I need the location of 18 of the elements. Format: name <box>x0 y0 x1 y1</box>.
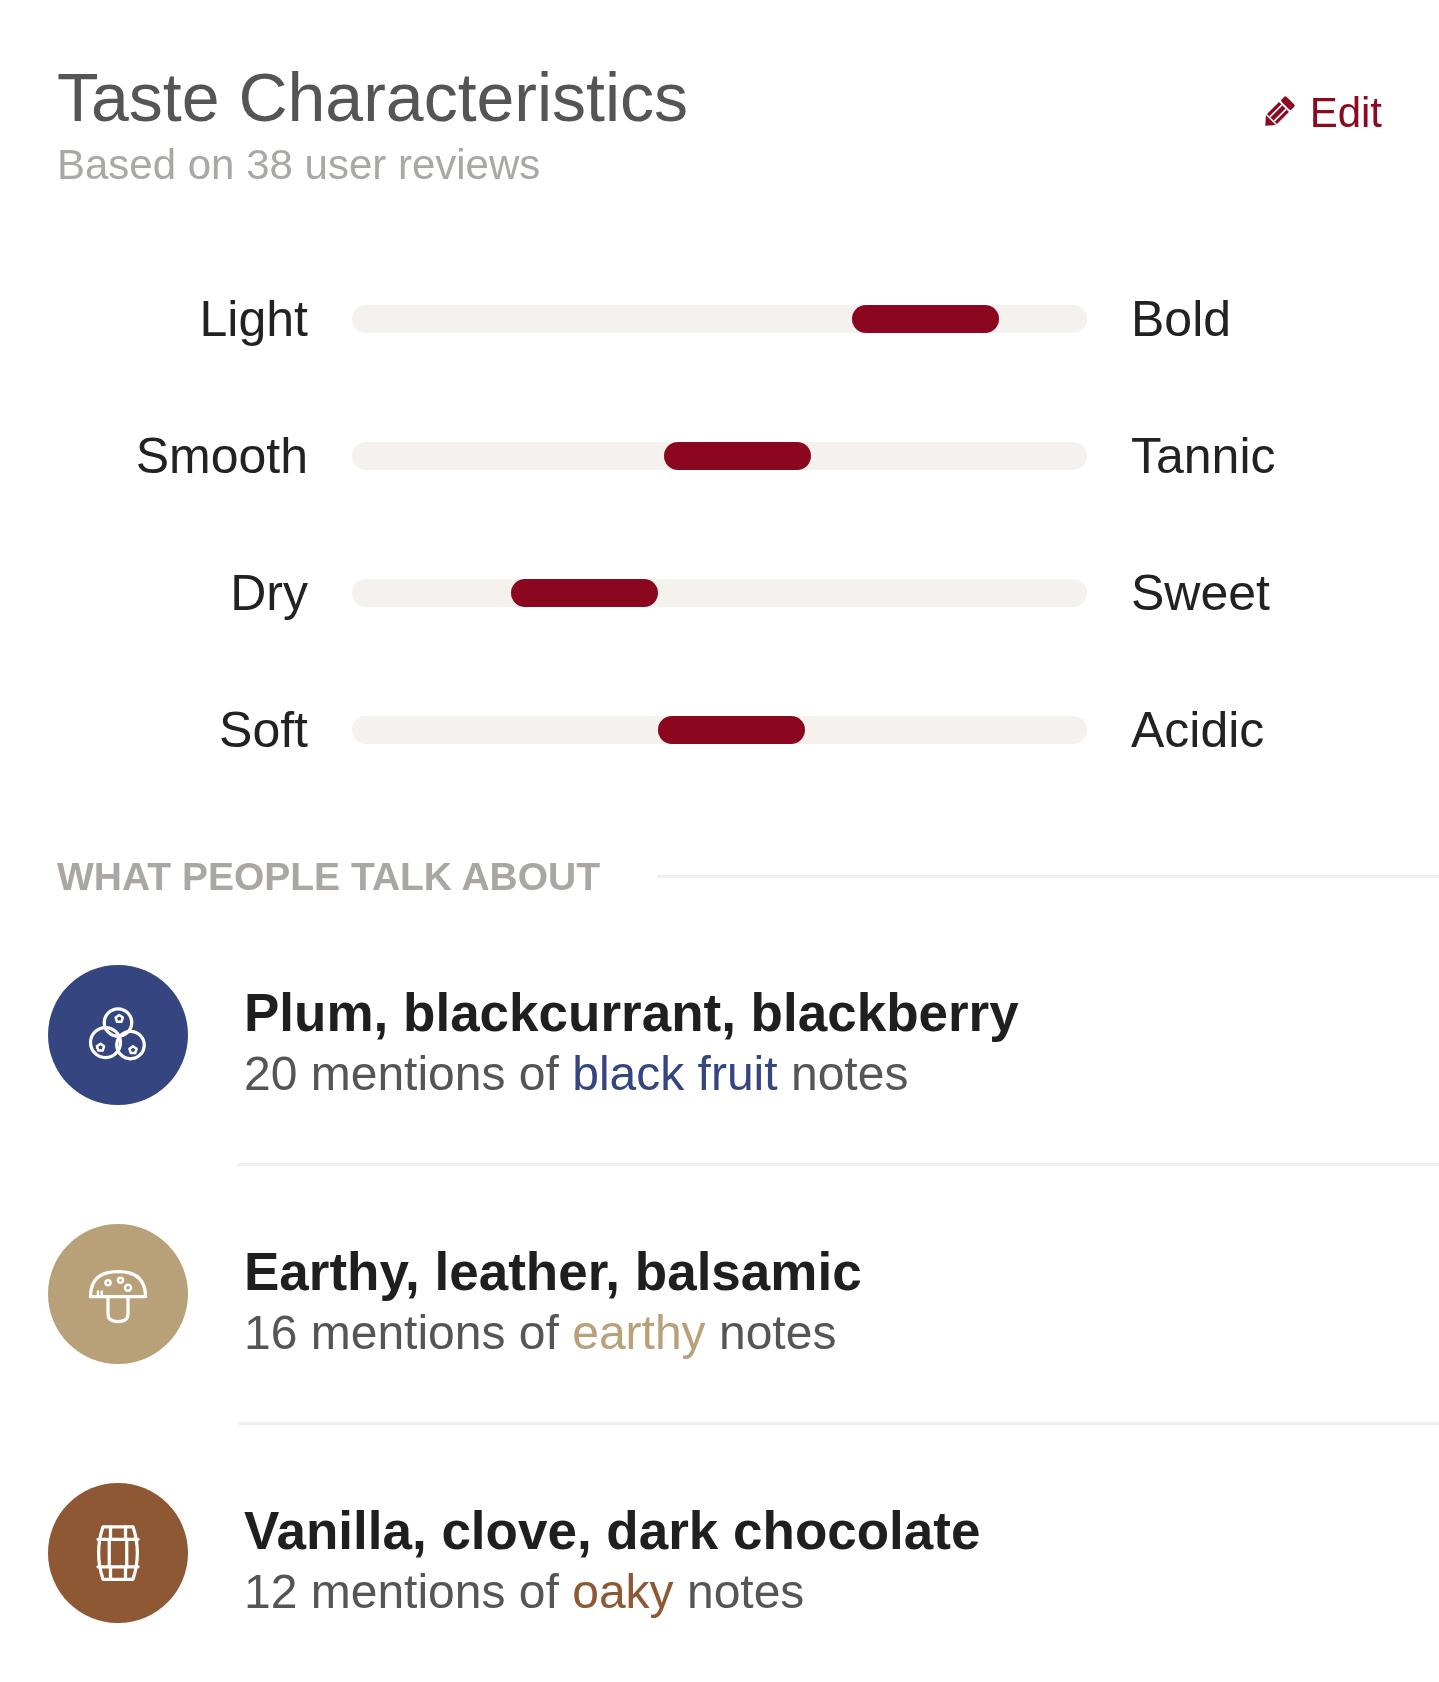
scale-label: Soft <box>218 701 308 761</box>
review-count: Based on 38 user reviews <box>57 140 542 191</box>
section-title: Taste Characteristics <box>57 58 689 137</box>
mention-count: 12 mentions of oaky notes <box>244 1563 806 1620</box>
scale-label: Acidic <box>1131 701 1266 761</box>
scale-label: Bold <box>1131 290 1233 350</box>
scale-label: Dry <box>229 564 308 624</box>
section-heading: WHAT PEOPLE TALK ABOUT <box>57 854 601 899</box>
scale-label: Sweet <box>1131 564 1271 624</box>
flavor-notes: Plum, blackcurrant, blackberry <box>244 982 1019 1044</box>
scale-label: Light <box>198 290 308 350</box>
scale-label: Tannic <box>1131 427 1277 487</box>
scale-label: Smooth <box>134 427 308 487</box>
flavor-notes: Vanilla, clove, dark chocolate <box>244 1500 981 1562</box>
flavor-notes: Earthy, leather, balsamic <box>244 1241 862 1303</box>
mention-count: 16 mentions of earthy notes <box>244 1304 838 1361</box>
edit-link[interactable]: Edit <box>1259 88 1382 139</box>
mention-count: 20 mentions of black fruit notes <box>244 1045 910 1102</box>
